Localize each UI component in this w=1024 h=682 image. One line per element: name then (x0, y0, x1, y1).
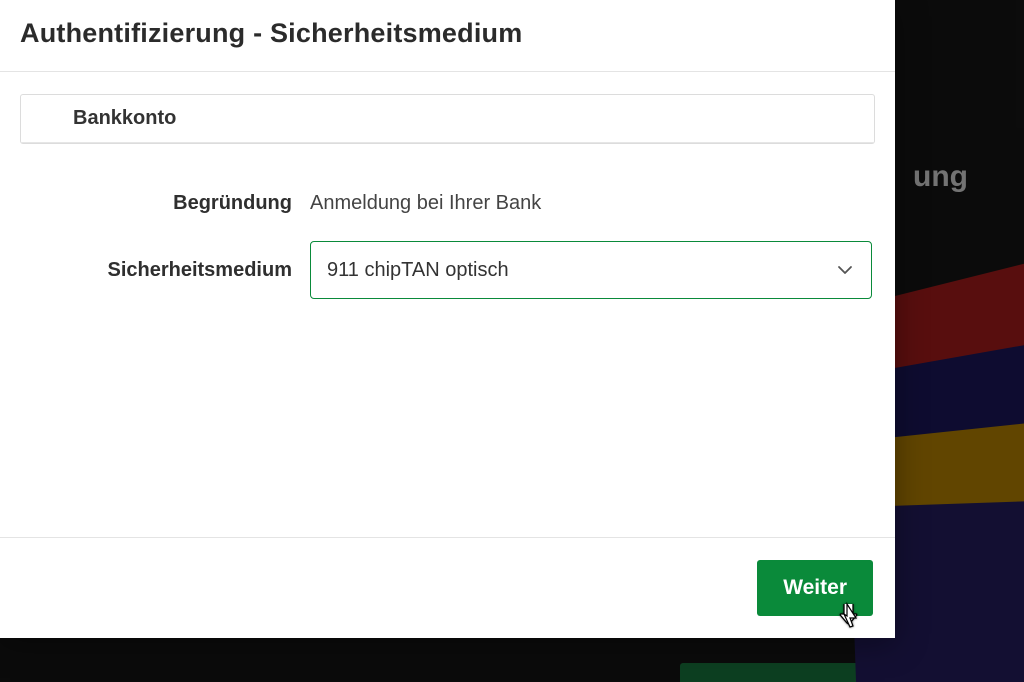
auth-modal: Authentifizierung - Sicherheitsmedium Ba… (0, 0, 895, 638)
modal-header: Authentifizierung - Sicherheitsmedium (0, 0, 895, 72)
security-medium-selected-value: 911 chipTAN optisch (327, 259, 509, 282)
account-panel-title: Bankkonto (21, 95, 874, 143)
security-medium-row: Sicherheitsmedium 911 chipTAN optisch (20, 241, 875, 299)
modal-title: Authentifizierung - Sicherheitsmedium (20, 18, 875, 49)
reason-row: Begründung Anmeldung bei Ihrer Bank (20, 192, 875, 215)
auth-form: Begründung Anmeldung bei Ihrer Bank Sich… (20, 192, 875, 299)
security-medium-select[interactable]: 911 chipTAN optisch (310, 241, 872, 299)
modal-footer: Weiter (0, 537, 895, 638)
reason-value: Anmeldung bei Ihrer Bank (310, 192, 541, 215)
next-button[interactable]: Weiter (757, 560, 873, 616)
chevron-down-icon (837, 262, 853, 278)
modal-body: Bankkonto Begründung Anmeldung bei Ihrer… (0, 72, 895, 537)
reason-label: Begründung (20, 192, 310, 215)
security-medium-label: Sicherheitsmedium (20, 259, 310, 282)
account-panel: Bankkonto (20, 94, 875, 144)
